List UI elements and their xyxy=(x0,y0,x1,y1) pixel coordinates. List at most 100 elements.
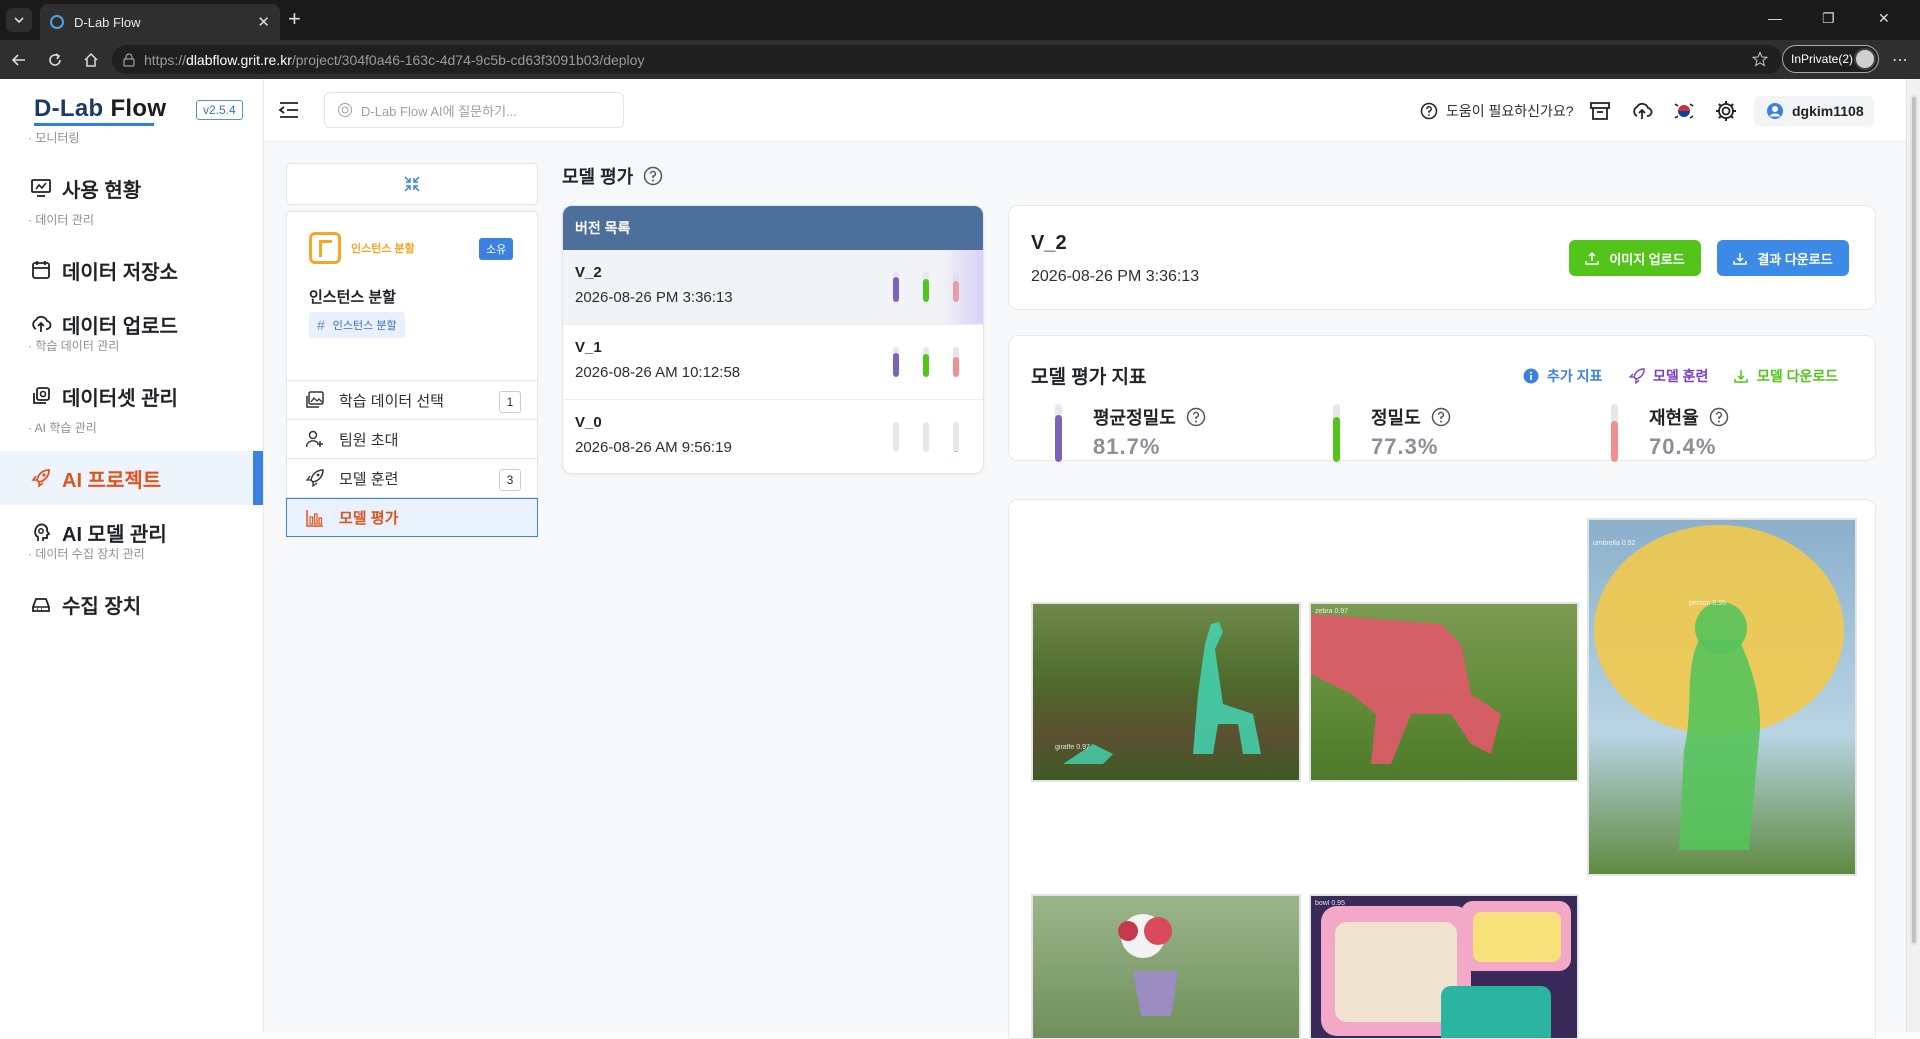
bar-chart-icon xyxy=(305,508,325,528)
recall-bar xyxy=(953,347,959,377)
more-options-icon[interactable]: ⋯ xyxy=(1892,50,1909,70)
sidebar-item-storage[interactable]: 데이터 저장소 xyxy=(0,243,263,297)
project-steps: 학습 데이터 선택 1 팀원 초대 모델 훈련 3 모델 평가 xyxy=(286,381,538,537)
help-label: 도움이 필요하신가요? xyxy=(1446,103,1574,119)
download-icon xyxy=(1733,368,1749,384)
tab-list-button[interactable] xyxy=(6,8,32,32)
scrollbar-thumb[interactable] xyxy=(1910,95,1918,945)
precision-bar xyxy=(923,422,929,452)
collapse-button[interactable] xyxy=(286,163,538,205)
upload-label: 이미지 업로드 xyxy=(1609,251,1685,267)
section-devices: · 데이터 수집 장치 관리 xyxy=(28,547,145,561)
version-metric-bars xyxy=(893,347,963,377)
result-image-lunchbox[interactable]: bowl 0.95 xyxy=(1309,894,1579,1038)
site-info-icon[interactable] xyxy=(122,53,136,67)
collapse-arrows-icon xyxy=(403,175,421,193)
result-image-zebra[interactable]: zebra 0.97 xyxy=(1309,602,1579,782)
upload-icon xyxy=(1585,251,1600,265)
gear-icon[interactable] xyxy=(1714,99,1738,123)
extra-metrics-link[interactable]: 추가 지표 xyxy=(1523,366,1602,386)
detection-label: person 0.96 xyxy=(1689,600,1726,607)
url-prefix: https:// xyxy=(144,51,187,68)
close-window-icon[interactable]: ✕ xyxy=(1878,10,1890,27)
help-link[interactable]: 도움이 필요하신가요? xyxy=(1420,101,1574,121)
section-ai: · AI 학습 관리 xyxy=(28,421,97,435)
train-model-label: 모델 훈련 xyxy=(1653,368,1709,384)
question-circle-icon[interactable] xyxy=(1431,407,1451,427)
home-icon[interactable] xyxy=(80,49,102,71)
chevron-down-icon xyxy=(13,14,25,26)
metrics-panel: 모델 평가 지표 추가 지표 모델 훈련 모델 다운로드 평균정밀도 81.7%… xyxy=(1008,335,1876,462)
project-type-icon xyxy=(309,232,341,264)
tag-label: 인스턴스 분할 xyxy=(332,320,397,332)
metric-bar xyxy=(1611,404,1618,462)
download-results-button[interactable]: 결과 다운로드 xyxy=(1717,240,1849,276)
brain-icon xyxy=(30,521,52,543)
browser-tab[interactable]: D-Lab Flow ✕ xyxy=(40,4,280,40)
cloud-upload-icon xyxy=(30,313,52,335)
app-root: D-Lab Flow v2.5.4 · 모니터링 사용 현황 · 데이터 관리 … xyxy=(0,79,1906,1039)
logo-flow: Flow xyxy=(110,95,167,122)
step-invite-members[interactable]: 팀원 초대 xyxy=(286,420,538,459)
page-scrollbar[interactable] xyxy=(1906,79,1920,1032)
restore-window-icon[interactable]: ❐ xyxy=(1822,10,1835,27)
close-tab-icon[interactable]: ✕ xyxy=(257,13,270,31)
version-row[interactable]: V_2 2026-08-26 PM 3:36:13 xyxy=(563,250,983,325)
step-label: 모델 평가 xyxy=(339,510,399,527)
site-favicon-icon xyxy=(50,15,64,29)
cloud-upload-icon[interactable] xyxy=(1630,99,1654,123)
question-circle-icon[interactable] xyxy=(1186,407,1206,427)
favorite-star-icon[interactable] xyxy=(1752,51,1768,67)
version-row[interactable]: V_0 2026-08-26 AM 9:56:19 xyxy=(563,400,983,473)
rocket-icon xyxy=(305,468,325,488)
map-bar xyxy=(893,272,899,302)
sidebar-item-ai-project[interactable]: AI 프로젝트 xyxy=(0,451,263,505)
image-icon xyxy=(305,390,325,410)
korean-flag-icon[interactable] xyxy=(1672,99,1696,123)
user-menu[interactable]: dgkim1108 xyxy=(1754,96,1874,126)
url-field[interactable]: https://dlabflow.grit.re.kr/project/304f… xyxy=(112,45,1782,74)
section-training-data: · 학습 데이터 관리 xyxy=(28,339,120,353)
inprivate-button[interactable]: InPrivate(2) xyxy=(1782,45,1879,73)
download-model-link[interactable]: 모델 다운로드 xyxy=(1733,366,1838,386)
sidebar-item-label: 데이터 저장소 xyxy=(62,261,178,284)
tab-title: D-Lab Flow xyxy=(74,14,141,30)
sidebar-item-usage[interactable]: 사용 현황 xyxy=(0,161,263,215)
recall-bar xyxy=(953,422,959,452)
active-indicator xyxy=(253,451,263,505)
upload-image-button[interactable]: 이미지 업로드 xyxy=(1569,240,1701,276)
train-model-link[interactable]: 모델 훈련 xyxy=(1629,366,1708,386)
section-data: · 데이터 관리 xyxy=(28,213,94,227)
minimize-window-icon[interactable]: — xyxy=(1768,10,1782,26)
monitor-chart-icon xyxy=(30,177,52,199)
rocket-icon xyxy=(1629,368,1645,384)
version-metric-bars xyxy=(893,272,963,302)
step-select-data[interactable]: 학습 데이터 선택 1 xyxy=(286,381,538,420)
result-gallery: giraffe 0.97 zebra 0.97 umbrella 0.92 pe… xyxy=(1008,499,1876,1039)
app-logo[interactable]: D-Lab Flow xyxy=(34,95,167,126)
user-avatar-icon xyxy=(1766,102,1784,120)
version-row[interactable]: V_1 2026-08-26 AM 10:12:58 xyxy=(563,325,983,400)
version-info-panel: V_2 2026-08-26 PM 3:36:13 이미지 업로드 결과 다운로… xyxy=(1008,205,1876,310)
detection-label: bowl 0.95 xyxy=(1315,900,1345,907)
archive-icon[interactable] xyxy=(1588,99,1612,123)
result-image-giraffe[interactable]: giraffe 0.97 xyxy=(1031,602,1301,782)
device-icon xyxy=(30,593,52,615)
result-image-flowers[interactable] xyxy=(1031,894,1301,1038)
metric-bar xyxy=(1333,404,1340,462)
sidebar-item-dataset[interactable]: 데이터셋 관리 xyxy=(0,369,263,423)
back-icon[interactable] xyxy=(8,49,30,71)
reload-icon[interactable] xyxy=(44,49,66,71)
result-image-umbrella[interactable]: umbrella 0.92 person 0.96 xyxy=(1587,518,1857,876)
project-card[interactable]: 인스턴스 분할 소유 인스턴스 분할 # 인스턴스 분할 xyxy=(286,211,538,381)
step-train-model[interactable]: 모델 훈련 3 xyxy=(286,459,538,498)
question-circle-icon[interactable] xyxy=(1709,407,1729,427)
url-path: /project/304f0a46-163c-4d74-9c5b-cd63f30… xyxy=(291,51,645,68)
project-tag: # 인스턴스 분할 xyxy=(309,312,405,338)
new-tab-button[interactable]: + xyxy=(288,8,301,30)
ai-ask-input[interactable]: D-Lab Flow AI에 질문하기... xyxy=(324,92,624,128)
sidebar-item-devices[interactable]: 수집 장치 xyxy=(0,577,263,631)
step-evaluate-model[interactable]: 모델 평가 xyxy=(286,498,538,537)
menu-toggle-icon[interactable] xyxy=(278,100,300,125)
question-circle-icon[interactable] xyxy=(643,166,663,186)
